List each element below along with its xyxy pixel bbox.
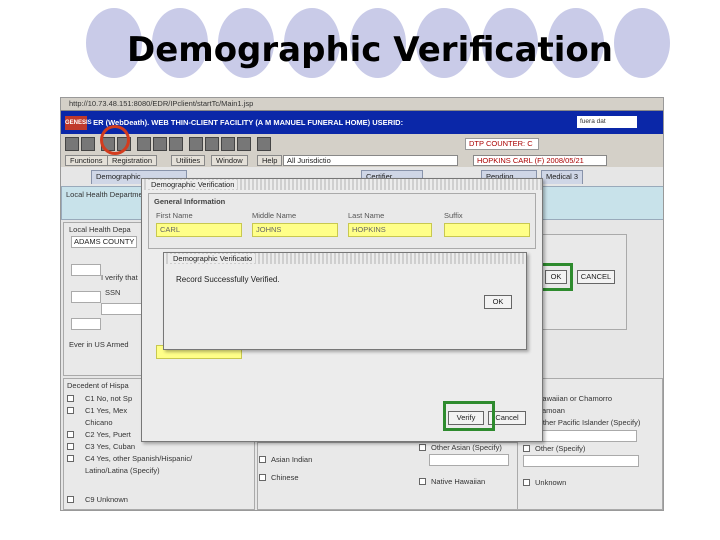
hispanic-option: C2 Yes, Puert — [85, 430, 131, 439]
suffix-field[interactable] — [444, 223, 530, 237]
jurisdiction-select[interactable]: All Jurisdictio — [283, 155, 458, 166]
menu-utilities[interactable]: Utilities — [171, 155, 206, 166]
race-specify-field[interactable] — [429, 454, 509, 466]
edit-icon[interactable] — [221, 137, 235, 151]
hispanic-checkbox[interactable] — [67, 395, 74, 402]
local-health-label: Local Health Depa — [69, 225, 131, 234]
hispanic-checkbox[interactable] — [67, 455, 74, 462]
hispanic-option: C1 No, not Sp — [85, 394, 133, 403]
scissors-icon[interactable] — [137, 137, 151, 151]
checklist-icon[interactable] — [237, 137, 251, 151]
verify-highlight — [443, 401, 495, 431]
tab-medical[interactable]: Medical 3 — [541, 170, 583, 184]
menu-registration[interactable]: Registration — [107, 155, 158, 166]
selected-record-select[interactable]: HOPKINS CARL (F) 2008/05/21 — [473, 155, 607, 166]
ssn-label: SSN — [105, 288, 121, 297]
race-option: Chinese — [271, 473, 299, 482]
hispanic-option: C4 Yes, other Spanish/Hispanic/ — [85, 454, 193, 463]
document-icon[interactable] — [205, 137, 219, 151]
search-binoculars-icon[interactable] — [169, 137, 183, 151]
race-checkbox[interactable] — [419, 478, 426, 485]
armed-forces-label: Ever in US Armed — [69, 340, 129, 349]
browser-address-bar[interactable]: http://10.73.48.151:8080/EDR/IPclient/st… — [61, 98, 663, 111]
race-option: Other (Specify) — [535, 444, 586, 453]
genesis-logo: GENESIS — [65, 116, 92, 131]
race-option: Other Pacific Islander (Specify) — [537, 418, 641, 427]
race-option: Native Hawaiian — [431, 477, 486, 486]
verify-icon-highlight — [100, 125, 130, 155]
new-record-icon[interactable] — [65, 137, 79, 151]
race-checkbox[interactable] — [259, 474, 266, 481]
hispanic-option: C3 Yes, Cuban — [85, 442, 136, 451]
open-record-icon[interactable] — [81, 137, 95, 151]
field-label: First Name — [156, 211, 193, 220]
hispanic-checkbox[interactable] — [67, 443, 74, 450]
app-screenshot: http://10.73.48.151:8080/EDR/IPclient/st… — [60, 97, 664, 511]
report-icon[interactable] — [257, 137, 271, 151]
dialog-title: Demographic Verification — [148, 180, 238, 189]
hispanic-checkbox[interactable] — [67, 496, 74, 503]
menu-functions[interactable]: Functions — [65, 155, 108, 166]
ok-highlight — [539, 263, 573, 291]
menu-window[interactable]: Window — [211, 155, 248, 166]
field-label: Middle Name — [252, 211, 297, 220]
list-icon[interactable] — [189, 137, 203, 151]
message-dialog: Demographic Verificatio Record Successfu… — [163, 252, 527, 350]
first-name-field[interactable]: CARL — [156, 223, 242, 237]
last-name-field[interactable]: HOPKINS — [348, 223, 432, 237]
app-title-bar: GENESIS ER (WebDeath). WEB THIN-CLIENT F… — [61, 111, 663, 134]
field-label: Last Name — [348, 211, 385, 220]
race-checkbox[interactable] — [259, 456, 266, 463]
dropdown-field[interactable] — [71, 291, 101, 303]
general-info-title: General Information — [154, 197, 226, 206]
app-title: ER (WebDeath). WEB THIN-CLIENT FACILITY … — [93, 118, 404, 127]
race-checkbox[interactable] — [523, 445, 530, 452]
hispanic-checkbox[interactable] — [67, 407, 74, 414]
dtp-counter: DTP COUNTER: C — [465, 138, 539, 150]
section-title: Local Health Department — [66, 190, 149, 199]
race-option: Hawaiian or Chamorro — [537, 394, 613, 403]
race-checkbox[interactable] — [523, 479, 530, 486]
hispanic-option: C9 Unknown — [85, 495, 128, 504]
race-option: Unknown — [535, 478, 567, 487]
menu-help[interactable]: Help — [257, 155, 283, 166]
userid-field[interactable]: fuera dat — [577, 116, 637, 128]
slide-title: Demographic Verification — [126, 30, 613, 70]
hispanic-checkbox[interactable] — [67, 431, 74, 438]
local-health-select[interactable]: ADAMS COUNTY — [71, 236, 137, 248]
hispanic-option: Latino/Latina (Specify) — [85, 466, 160, 475]
dropdown-field[interactable] — [71, 264, 101, 276]
race-option: Asian Indian — [271, 455, 313, 464]
menu-bar: Functions Registration Utilities Window … — [61, 154, 663, 167]
hispanic-option: Chicano — [85, 418, 113, 427]
toolbar: DTP COUNTER: C — [61, 134, 663, 154]
dialog-title: Demographic Verificatio — [170, 254, 256, 263]
race-checkbox[interactable] — [419, 444, 426, 451]
message-ok-button[interactable]: OK — [484, 295, 512, 309]
race-specify-field[interactable] — [523, 455, 639, 467]
dialog-title-bar[interactable]: Demographic Verificatio — [164, 253, 526, 264]
race-option: Other Asian (Specify) — [431, 443, 502, 452]
save-icon[interactable] — [153, 137, 167, 151]
middle-name-field[interactable]: JOHNS — [252, 223, 338, 237]
success-message: Record Successfully Verified. — [176, 275, 280, 284]
dropdown-field[interactable] — [71, 318, 101, 330]
cancel-button[interactable]: CANCEL — [577, 270, 615, 284]
dialog-title-bar[interactable]: Demographic Verification — [142, 179, 542, 190]
hispanic-option: C1 Yes, Mex — [85, 406, 128, 415]
hispanic-title: Decedent of Hispa — [67, 381, 129, 390]
field-label: Suffix — [444, 211, 463, 220]
verify-prompt-label: I verify that — [101, 273, 138, 282]
